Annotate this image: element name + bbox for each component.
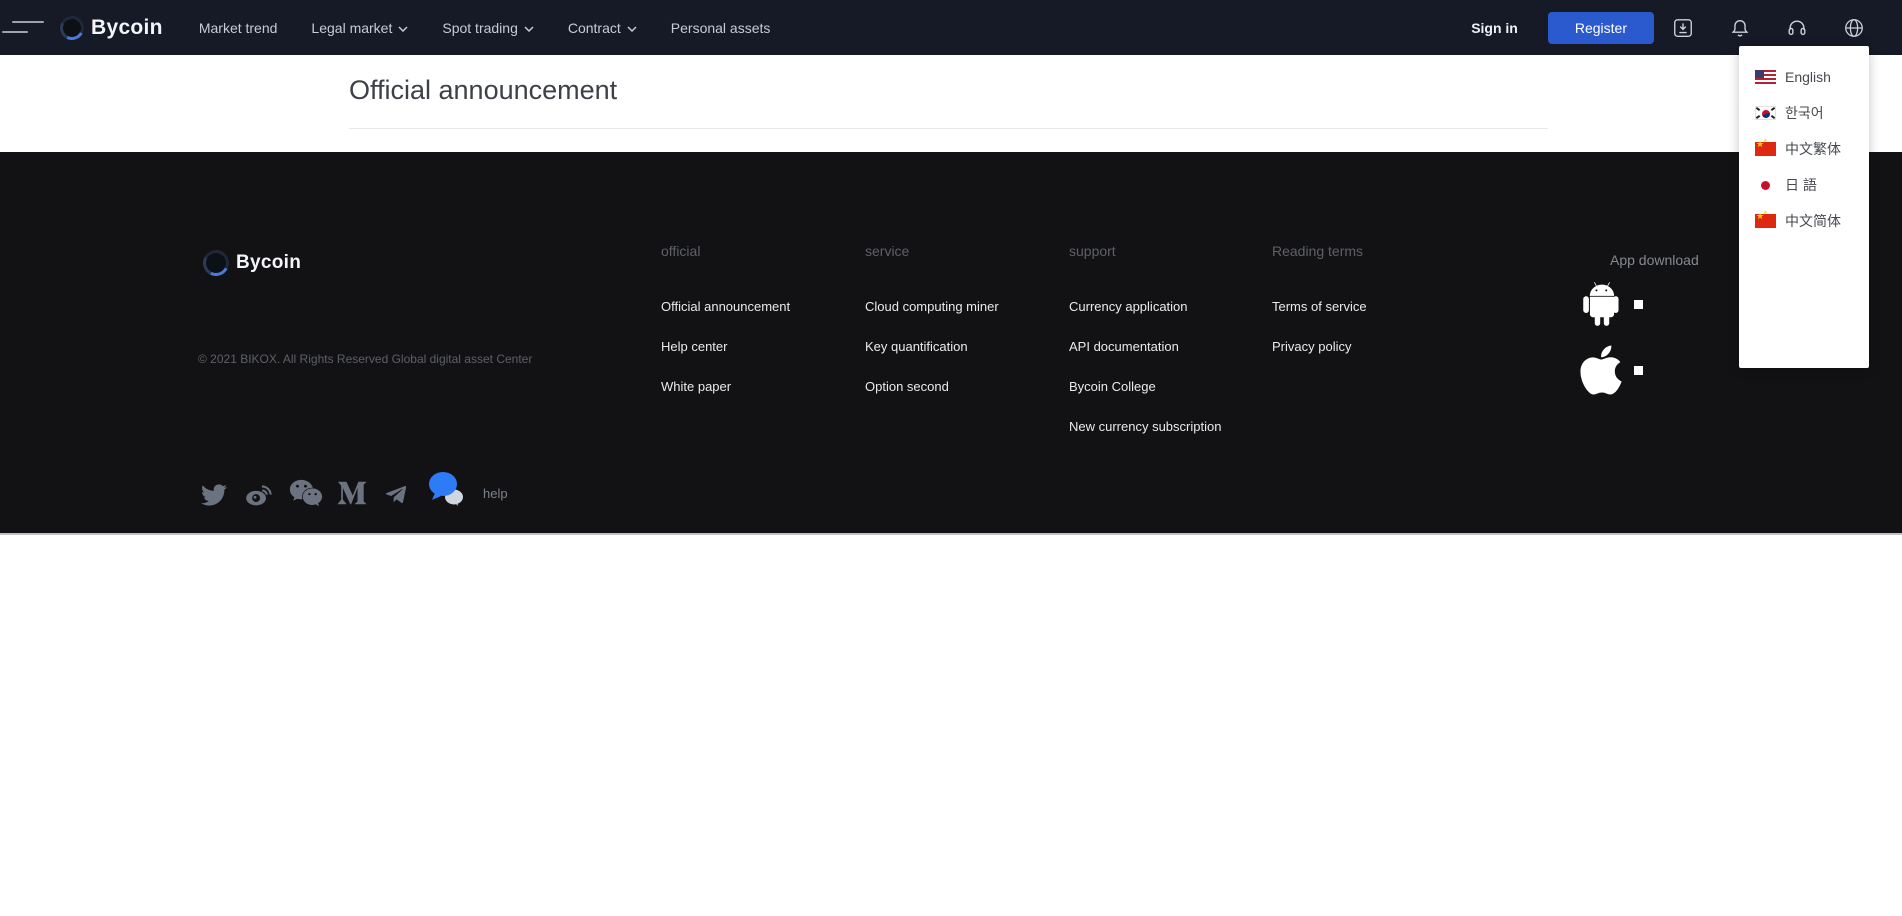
social-links: help bbox=[199, 470, 508, 508]
footer-link[interactable]: Cloud computing miner bbox=[865, 299, 1055, 313]
us-flag-icon bbox=[1755, 70, 1776, 84]
nav-label: Personal assets bbox=[671, 20, 771, 36]
ios-qr-placeholder bbox=[1634, 366, 1643, 375]
apple-icon bbox=[1578, 342, 1624, 398]
ios-download[interactable] bbox=[1578, 342, 1643, 398]
nav-item-spot-trading[interactable]: Spot trading bbox=[442, 20, 534, 36]
app-download-label: App download bbox=[1610, 252, 1699, 268]
wechat-icon[interactable] bbox=[289, 478, 323, 508]
footer-column-heading: support bbox=[1069, 243, 1259, 259]
menu-icon[interactable] bbox=[2, 13, 48, 43]
brand-logo[interactable]: Bycoin bbox=[60, 16, 163, 40]
twitter-icon[interactable] bbox=[199, 482, 229, 508]
download-app-icon[interactable] bbox=[1654, 17, 1711, 39]
kr-flag-icon bbox=[1755, 106, 1776, 120]
weibo-icon[interactable] bbox=[243, 480, 275, 508]
language-label: 中文繁体 bbox=[1785, 139, 1841, 159]
brand-name: Bycoin bbox=[91, 16, 163, 40]
headset-icon[interactable] bbox=[1768, 17, 1825, 39]
nav-item-personal-assets[interactable]: Personal assets bbox=[671, 20, 771, 36]
page: Bycoin Market trend Legal market Spot tr… bbox=[0, 0, 1902, 916]
language-option-korean[interactable]: 한국어 bbox=[1739, 95, 1869, 131]
language-option-english[interactable]: English bbox=[1739, 59, 1869, 95]
chevron-down-icon bbox=[627, 26, 637, 32]
navbar-actions: Sign in Register bbox=[1471, 12, 1882, 44]
footer-link[interactable]: White paper bbox=[661, 379, 851, 393]
footer-link[interactable]: Option second bbox=[865, 379, 1055, 393]
page-title: Official announcement bbox=[349, 75, 617, 106]
language-label: 한국어 bbox=[1785, 103, 1824, 123]
footer-link[interactable]: Privacy policy bbox=[1272, 339, 1462, 353]
language-option-simplified-chinese[interactable]: 中文简体 bbox=[1739, 203, 1869, 239]
android-icon bbox=[1580, 279, 1624, 329]
footer-link[interactable]: New currency subscription bbox=[1069, 419, 1259, 433]
footer-column-support: support Currency application API documen… bbox=[1069, 243, 1259, 459]
android-download[interactable] bbox=[1580, 279, 1643, 329]
footer-column-heading: service bbox=[865, 243, 1055, 259]
nav-label: Legal market bbox=[311, 20, 392, 36]
language-option-traditional-chinese[interactable]: 中文繁体 bbox=[1739, 131, 1869, 167]
language-label: English bbox=[1785, 69, 1831, 85]
help-chat-icon[interactable] bbox=[425, 470, 467, 508]
help-link[interactable]: help bbox=[483, 486, 508, 508]
bycoin-logo-icon bbox=[200, 247, 233, 280]
nav-label: Contract bbox=[568, 20, 621, 36]
language-menu: English 한국어 中文繁体 日 語 中文简体 bbox=[1739, 46, 1869, 368]
divider bbox=[349, 128, 1548, 129]
nav-item-market-trend[interactable]: Market trend bbox=[199, 20, 278, 36]
copyright-text: © 2021 BIKOX. All Rights Reserved Global… bbox=[198, 352, 532, 366]
footer-link[interactable]: Key quantification bbox=[865, 339, 1055, 353]
footer-column-service: service Cloud computing miner Key quanti… bbox=[865, 243, 1055, 419]
footer-link[interactable]: Terms of service bbox=[1272, 299, 1462, 313]
language-label: 中文简体 bbox=[1785, 211, 1841, 231]
telegram-icon[interactable] bbox=[381, 481, 411, 508]
footer: Bycoin © 2021 BIKOX. All Rights Reserved… bbox=[0, 152, 1902, 533]
sign-in-link[interactable]: Sign in bbox=[1471, 20, 1518, 36]
chevron-down-icon bbox=[524, 26, 534, 32]
bell-icon[interactable] bbox=[1711, 17, 1768, 39]
footer-link[interactable]: Help center bbox=[661, 339, 851, 353]
footer-link[interactable]: API documentation bbox=[1069, 339, 1259, 353]
footer-brand-logo[interactable]: Bycoin bbox=[203, 250, 301, 276]
nav-label: Spot trading bbox=[442, 20, 518, 36]
language-option-japanese[interactable]: 日 語 bbox=[1739, 167, 1869, 203]
medium-icon[interactable] bbox=[337, 478, 367, 508]
nav-item-contract[interactable]: Contract bbox=[568, 20, 637, 36]
jp-flag-icon bbox=[1755, 178, 1776, 192]
bycoin-logo-icon bbox=[57, 12, 87, 42]
language-label: 日 語 bbox=[1785, 175, 1817, 195]
footer-bottom-edge bbox=[0, 533, 1902, 535]
footer-link[interactable]: Currency application bbox=[1069, 299, 1259, 313]
nav-item-legal-market[interactable]: Legal market bbox=[311, 20, 408, 36]
nav-label: Market trend bbox=[199, 20, 278, 36]
android-qr-placeholder bbox=[1634, 300, 1643, 309]
top-navbar: Bycoin Market trend Legal market Spot tr… bbox=[0, 0, 1902, 55]
cn-flag-icon bbox=[1755, 214, 1776, 228]
footer-link[interactable]: Official announcement bbox=[661, 299, 851, 313]
register-button[interactable]: Register bbox=[1548, 12, 1654, 44]
cn-flag-icon bbox=[1755, 142, 1776, 156]
main-content: Official announcement bbox=[0, 55, 1902, 152]
footer-column-heading: Reading terms bbox=[1272, 243, 1462, 259]
footer-link[interactable]: Bycoin College bbox=[1069, 379, 1259, 393]
footer-brand-name: Bycoin bbox=[236, 252, 301, 274]
globe-icon[interactable] bbox=[1825, 17, 1882, 39]
footer-column-official: official Official announcement Help cent… bbox=[661, 243, 851, 419]
chevron-down-icon bbox=[398, 26, 408, 32]
main-nav: Market trend Legal market Spot trading C… bbox=[199, 20, 771, 36]
footer-column-reading-terms: Reading terms Terms of service Privacy p… bbox=[1272, 243, 1462, 379]
footer-column-heading: official bbox=[661, 243, 851, 259]
